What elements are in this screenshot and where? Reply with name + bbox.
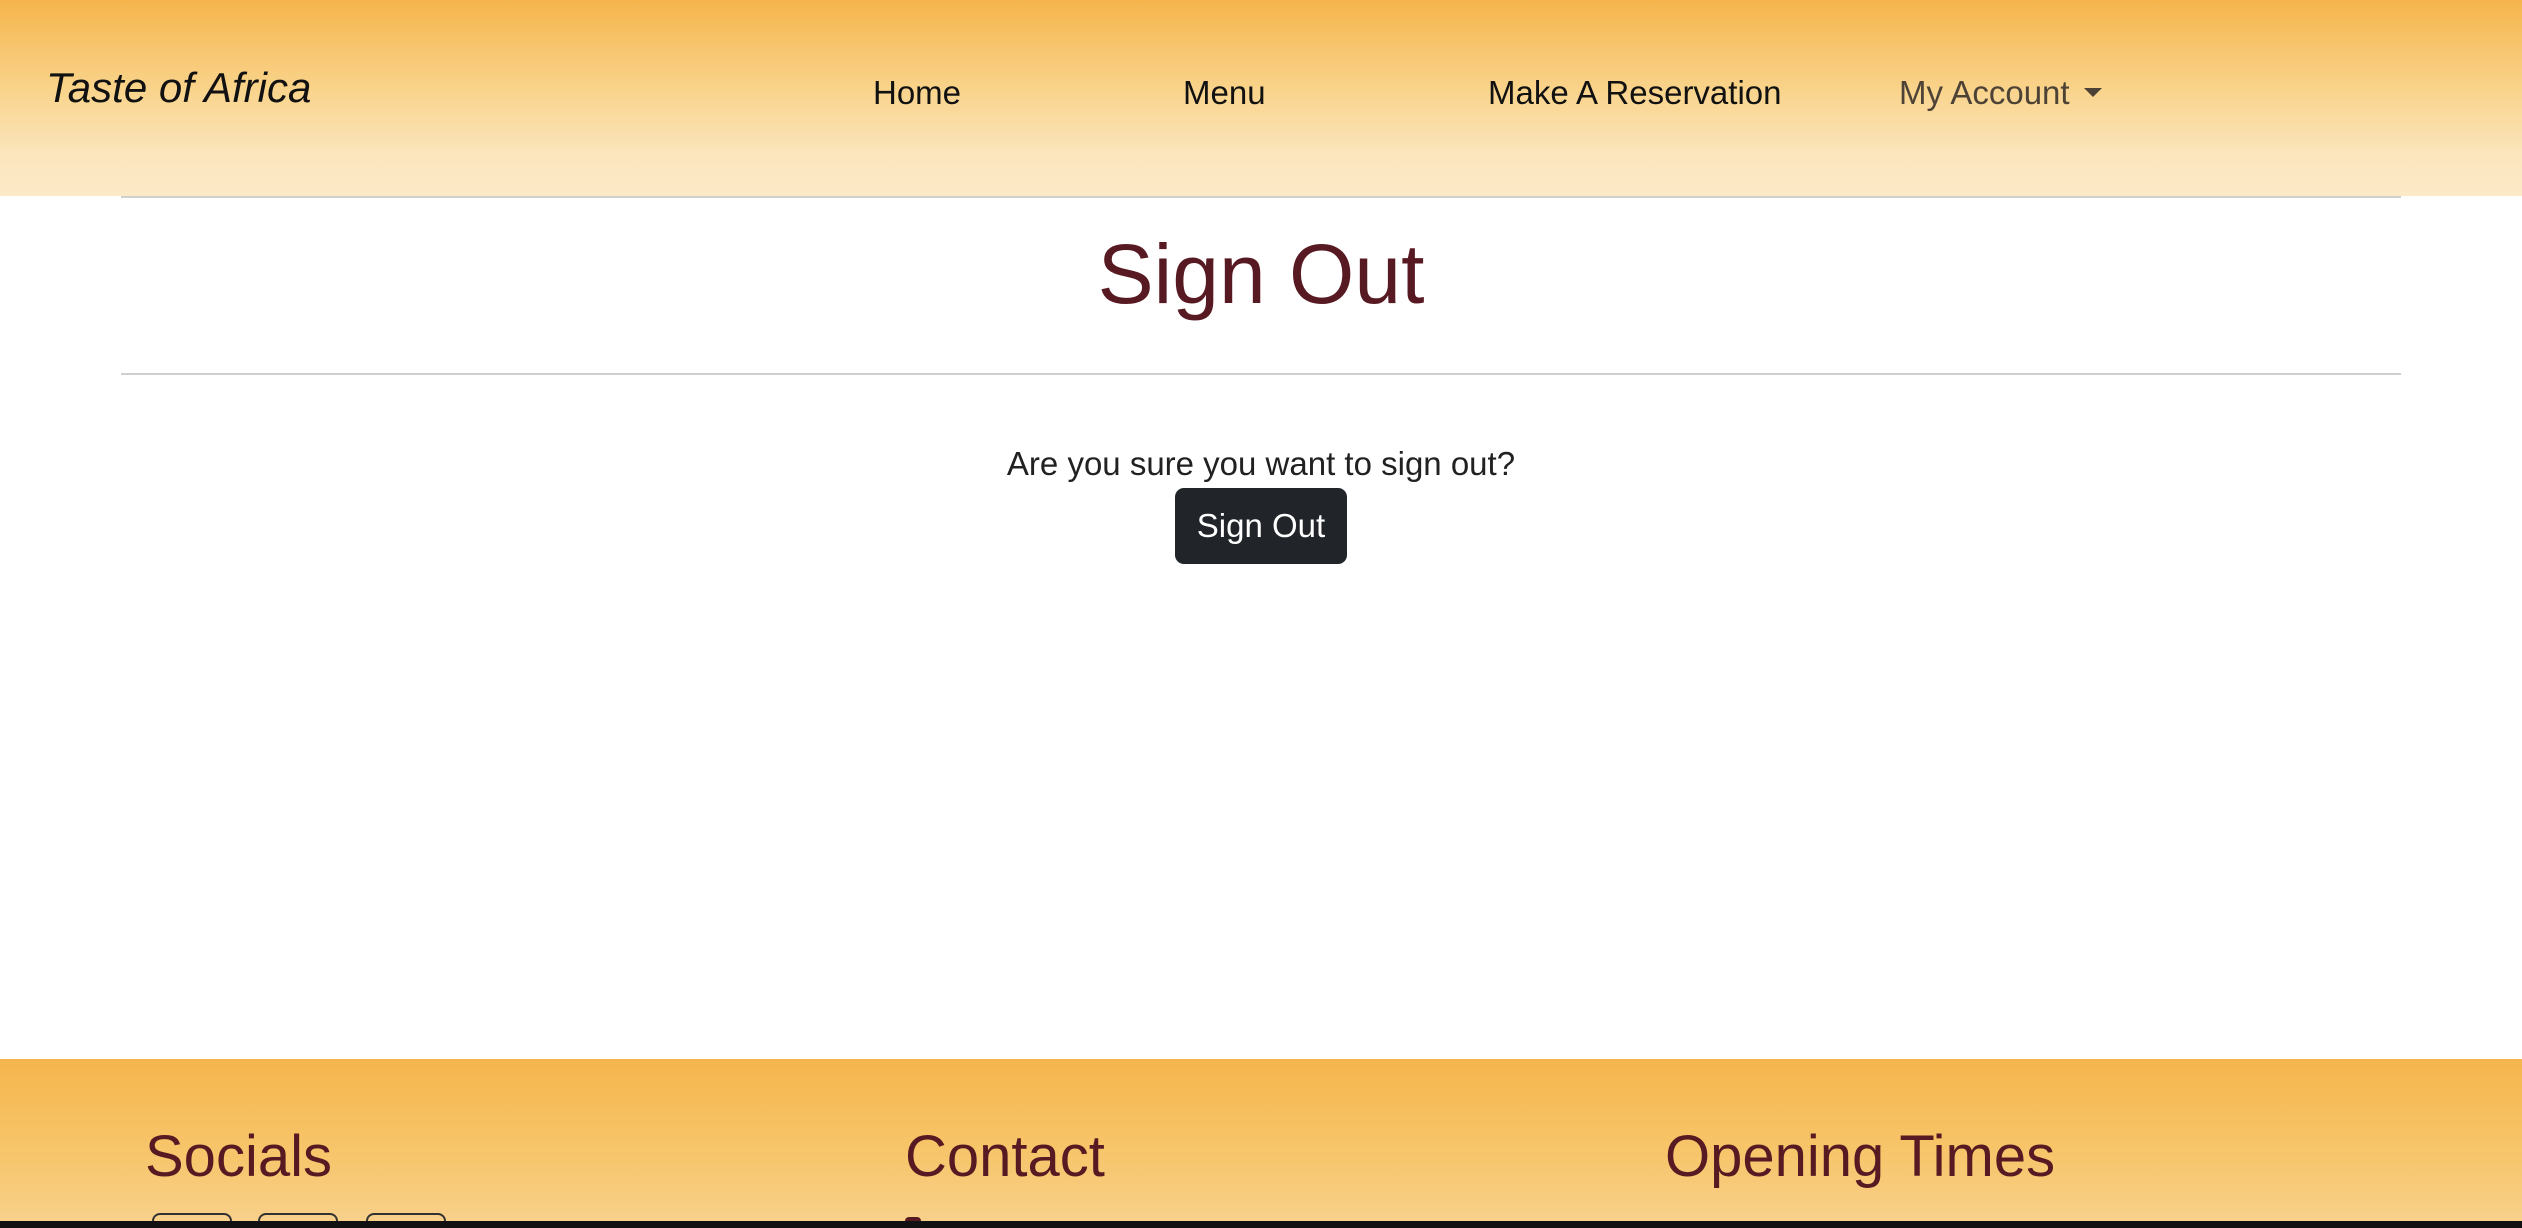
- caret-down-icon: [2083, 87, 2102, 97]
- social-link-button[interactable]: [258, 1213, 338, 1221]
- signout-prompt: Are you sure you want to sign out?: [1006, 445, 1516, 482]
- window-bottom-edge: [0, 1221, 2522, 1228]
- footer-opening-times-heading: Opening Times: [1665, 1124, 2056, 1189]
- sign-out-button[interactable]: Sign Out: [1175, 488, 1347, 564]
- social-link-button[interactable]: [152, 1213, 232, 1221]
- brand-logo[interactable]: Taste of Africa: [46, 64, 311, 112]
- footer-contact-heading: Contact: [905, 1124, 1105, 1189]
- contact-phone-row: [905, 1209, 951, 1221]
- top-navbar: Taste of Africa Home Menu Make A Reserva…: [0, 0, 2522, 196]
- divider-middle: [121, 373, 2401, 375]
- divider-top: [121, 196, 2401, 198]
- my-account-dropdown[interactable]: My Account: [1899, 74, 2102, 112]
- my-account-label: My Account: [1899, 74, 2070, 111]
- nav-home-link[interactable]: Home: [873, 74, 961, 112]
- nav-reservation-link[interactable]: Make A Reservation: [1488, 74, 1782, 112]
- footer-socials-heading: Socials: [145, 1124, 332, 1189]
- page-title: Sign Out: [1097, 227, 1425, 321]
- nav-menu-link[interactable]: Menu: [1183, 74, 1266, 112]
- social-link-button[interactable]: [366, 1213, 446, 1221]
- footer: Socials Contact Opening Times: [0, 1059, 2522, 1221]
